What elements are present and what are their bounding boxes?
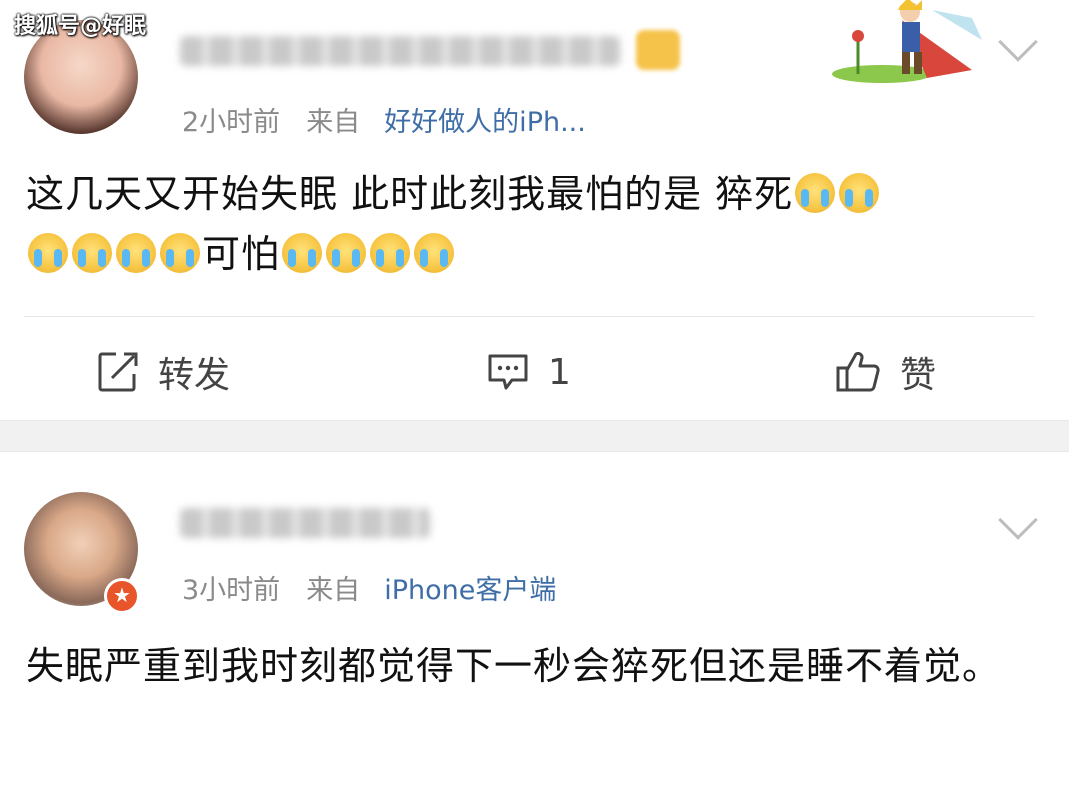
like-label: 赞: [900, 355, 937, 396]
repost-label: 转发: [158, 355, 231, 396]
crying-emoji-icon: [28, 233, 68, 273]
edit-icon: [98, 352, 138, 392]
post-text: 这几天又开始失眠 此时此刻我最怕的是 猝死 可怕: [26, 164, 1026, 284]
crying-emoji-icon: [116, 233, 156, 273]
crying-emoji-icon: [72, 233, 112, 273]
post-source[interactable]: iPhone客户端: [384, 575, 556, 606]
thumbs-up-icon: [836, 351, 880, 392]
crying-emoji-icon: [282, 233, 323, 273]
post-text-line1: 这几天又开始失眠 此时此刻我最怕的是 猝死: [26, 172, 794, 216]
username-blurred[interactable]: [180, 508, 430, 538]
post-meta: 2小时前 来自 好好做人的iPh...: [182, 100, 586, 139]
comment-button[interactable]: 1: [486, 342, 571, 402]
vip-badge-icon: [636, 30, 680, 70]
post-time: 2小时前: [182, 107, 281, 138]
like-button[interactable]: 赞: [834, 342, 936, 402]
crying-emoji-icon: [414, 233, 455, 273]
crying-emoji-icon: [160, 233, 200, 273]
from-label: 来自: [306, 575, 361, 606]
post-meta: 3小时前 来自 iPhone客户端: [182, 568, 556, 607]
username-blurred[interactable]: [180, 36, 620, 66]
from-label: 来自: [306, 107, 361, 138]
post-time: 3小时前: [182, 575, 281, 606]
card-separator: [0, 420, 1069, 452]
post-source[interactable]: 好好做人的iPh...: [384, 107, 586, 138]
post-text-mid: 可怕: [202, 232, 281, 276]
crying-emoji-icon: [839, 173, 880, 213]
post-card-2: [0, 452, 1069, 805]
crying-emoji-icon: [326, 233, 367, 273]
comment-count: 1: [548, 351, 571, 393]
post-card-1: 2小时前 来自 好好做人的iPh... 这几天又开始失眠 此时此刻我最怕的是 猝死 …: [0, 0, 1069, 420]
chevron-down-icon[interactable]: [998, 22, 1038, 62]
comment-icon: [488, 354, 528, 390]
divider: [24, 316, 1034, 317]
prince-sticker-icon: [832, 0, 982, 83]
crying-emoji-icon: [795, 173, 836, 213]
post-text: 失眠严重到我时刻都觉得下一秒会猝死但还是睡不着觉。: [26, 644, 1002, 688]
watermark: 搜狐号@好眠: [14, 14, 147, 39]
repost-button[interactable]: 转发: [96, 342, 230, 402]
crying-emoji-icon: [370, 233, 411, 273]
verified-badge-icon: ★: [104, 578, 140, 614]
